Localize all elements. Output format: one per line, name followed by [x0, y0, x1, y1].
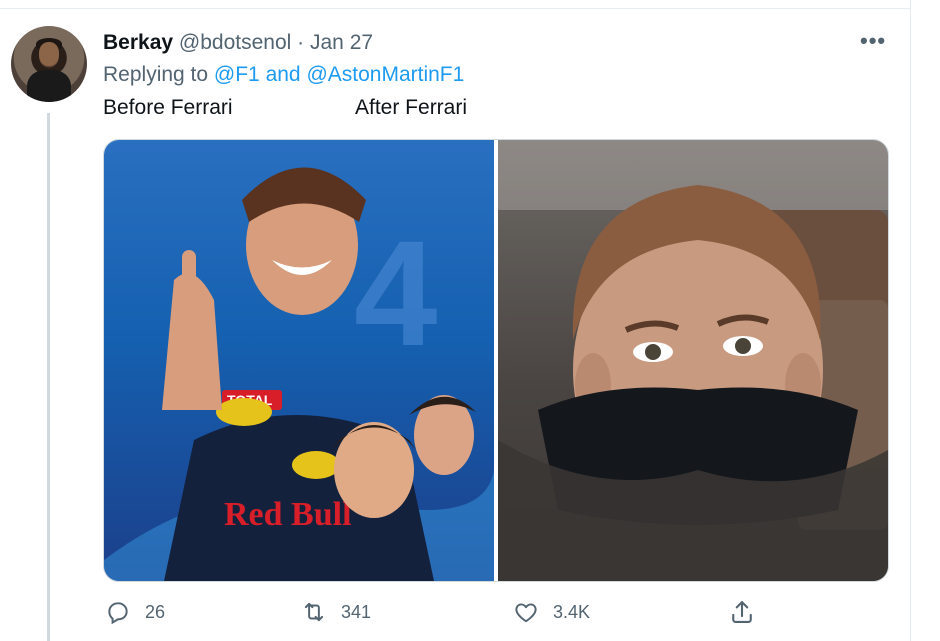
avatar[interactable]: [11, 26, 87, 102]
share-icon: [727, 597, 757, 627]
tweet-text-after: After Ferrari: [355, 96, 468, 119]
retweet-button[interactable]: 341: [299, 596, 371, 628]
reply-icon: [103, 597, 133, 627]
retweet-icon: [299, 597, 329, 627]
avatar-face: [39, 42, 59, 66]
timeline-border: [910, 0, 911, 641]
replying-to: Replying to @F1 and @AstonMartinF1: [103, 63, 464, 87]
media-grid: 4 TOTAL Red Bull: [103, 139, 889, 582]
reply-button[interactable]: 26: [103, 596, 165, 628]
top-divider: [0, 8, 910, 9]
share-button[interactable]: [727, 596, 757, 628]
photo-illustration-right: [498, 140, 888, 581]
avatar-body: [27, 70, 71, 102]
author-name[interactable]: Berkay: [103, 31, 173, 54]
media-image-after[interactable]: [498, 140, 888, 581]
header-separator: ·: [297, 31, 305, 54]
tweet-actions: 26 341 3.4K: [103, 596, 887, 628]
replying-prefix: Replying to: [103, 63, 214, 86]
tweet-text-before: Before Ferrari: [103, 96, 233, 119]
author-handle[interactable]: @bdotsenol: [179, 31, 291, 54]
photo-illustration-left: 4 TOTAL Red Bull: [104, 167, 494, 581]
heart-icon: [511, 597, 541, 627]
like-button[interactable]: 3.4K: [511, 596, 590, 628]
thread-line: [47, 113, 50, 641]
like-count: 3.4K: [553, 601, 591, 622]
retweet-count: 341: [341, 601, 372, 622]
number-4-graphic: 4: [354, 209, 437, 377]
reply-count: 26: [145, 601, 166, 622]
tweet-date[interactable]: Jan 27: [310, 31, 373, 54]
mention-links[interactable]: @F1 and @AstonMartinF1: [214, 63, 464, 86]
tweet-header: Berkay @bdotsenol · Jan 27: [103, 31, 373, 55]
media-image-before[interactable]: 4 TOTAL Red Bull: [104, 140, 494, 581]
more-icon[interactable]: •••: [860, 28, 886, 54]
logo-redbull: Red Bull: [224, 496, 352, 533]
